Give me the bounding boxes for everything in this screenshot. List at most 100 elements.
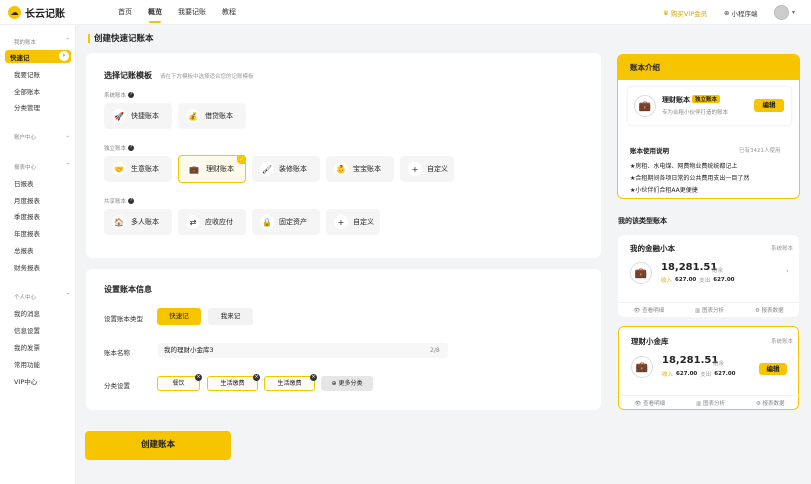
template-baby[interactable]: 👶 宝宝账本 [326, 156, 394, 182]
mini-program-label: 小程序端 [731, 10, 758, 18]
sidebar-group-books[interactable]: 我的账本 ⌃ [14, 38, 70, 46]
my-books-title: 我的该类型账本 [618, 217, 667, 225]
type-manual-button[interactable]: 我来记 [208, 308, 253, 325]
usage-title: 账本使用说明 [630, 147, 669, 155]
template-custom-shared[interactable]: + 自定义 [326, 209, 380, 235]
view-details-link[interactable]: 👁 查看明细 [634, 399, 665, 407]
template-custom-independent[interactable]: + 自定义 [400, 156, 454, 182]
usage-line: ★小伙伴们合租AA更便捷 [630, 187, 698, 194]
chevron-down-icon[interactable]: ▾ [792, 9, 795, 16]
handshake-icon: 🤝 [112, 162, 126, 176]
template-fixed-assets[interactable]: 🔒 固定资产 [252, 209, 320, 235]
plus-icon: + [334, 215, 348, 229]
my-book-name: 理财小金库 [631, 337, 669, 346]
house-icon: 🏠 [112, 215, 126, 229]
rocket-icon: 🚀 [112, 109, 126, 123]
sidebar-item-total[interactable]: 总报表 [14, 245, 34, 255]
paint-roller-icon: 🖌 [260, 162, 274, 176]
sidebar-item-monthly[interactable]: 月度报表 [14, 195, 40, 205]
template-hint: 请在下方模板中选择适合您的记账模板 [160, 74, 254, 80]
sidebar-item-messages[interactable]: 我的消息 [14, 308, 40, 318]
template-title: 选择记账模板 [104, 71, 152, 80]
category-chip[interactable]: 餐饮 × [157, 374, 202, 391]
intro-desc: 专为合租小伙伴打造的账本 [662, 110, 729, 116]
nav-home[interactable]: 首页 [110, 0, 140, 25]
template-quick[interactable]: 🚀 快捷账本 [104, 103, 172, 129]
my-book-card[interactable]: 我的金融小本 系统账本 💼 18,281.51 结余 收入 627.00 支出 627… [618, 235, 799, 317]
sidebar-item-vip[interactable]: VIP中心 [14, 376, 37, 386]
category-label: 分类设置 [104, 382, 130, 390]
template-receivable[interactable]: ⇄ 应收应付 [178, 209, 246, 235]
category-chip[interactable]: 生活缴费 × [264, 374, 317, 391]
check-icon: ✓ [237, 155, 246, 164]
money-bag-icon: 💼 [634, 95, 656, 117]
main-nav: 首页 概览 我要记账 教程 [110, 0, 244, 25]
page-title: 创建快速记账本 [88, 32, 154, 44]
help-icon[interactable]: ? [128, 198, 135, 204]
template-multi[interactable]: 🏠 多人账本 [104, 209, 172, 235]
sidebar-group-account[interactable]: 账户中心 ⌄ [14, 133, 70, 141]
more-categories-button[interactable]: ⊕ 更多分类 [321, 376, 373, 391]
sidebar-item-common[interactable]: 常用功能 [14, 359, 40, 369]
name-label: 账本名称 [104, 349, 130, 357]
close-icon[interactable]: × [253, 374, 260, 381]
template-loan[interactable]: 💰 借贷账本 [178, 103, 246, 129]
category-chip[interactable]: 生活缴费 × [207, 374, 260, 391]
sidebar-item-finance[interactable]: 财务报表 [14, 262, 40, 272]
sidebar-item-quarterly[interactable]: 季度报表 [14, 211, 40, 221]
plus-icon: + [408, 162, 422, 176]
independent-books-label: 独立账本? [104, 145, 135, 152]
sidebar-group-reports[interactable]: 报表中心 ⌃ [14, 163, 70, 171]
nav-overview[interactable]: 概览 [140, 0, 170, 25]
usage-line: ★房租、水电煤、网费物业费统统都记上 [630, 163, 738, 170]
report-data-link[interactable]: ⚙ 报表数据 [756, 399, 785, 407]
vip-link[interactable]: ♛ 购买VIP会员 [663, 8, 707, 18]
book-name-input[interactable]: 我的理财小金库3 [158, 343, 448, 358]
nav-tutorial[interactable]: 教程 [214, 0, 244, 25]
sidebar-item-categories[interactable]: 分类管理 [14, 102, 40, 112]
report-data-link[interactable]: ⚙ 报表数据 [755, 306, 784, 314]
intro-book-name: 理财账本 [662, 96, 690, 104]
chevron-right-icon[interactable]: › [786, 267, 789, 275]
nav-record[interactable]: 我要记账 [170, 0, 214, 25]
my-book-edit-button[interactable]: 编辑 [759, 363, 787, 375]
close-icon[interactable]: × [310, 374, 317, 381]
system-books-label: 系统账本? [104, 92, 135, 99]
my-book-amount: 18,281.51 [661, 262, 718, 273]
sidebar-item-daily[interactable]: 日报表 [14, 178, 34, 188]
close-icon[interactable]: × [195, 374, 202, 381]
sidebar-item-info[interactable]: 信息设置 [14, 325, 40, 335]
shared-books-label: 共享账本? [104, 198, 135, 205]
sidebar-item-label: 快速记 [10, 54, 30, 62]
my-book-amount: 18,281.51 [662, 355, 719, 366]
my-book-type: 系统账本 [771, 246, 794, 252]
top-bar: ☁ 长云记账 首页 概览 我要记账 教程 ♛ 购买VIP会员 ⊛ 小程序端 ▾ [0, 0, 811, 25]
type-quick-button[interactable]: 快速记 [157, 308, 201, 325]
mini-program-link[interactable]: ⊛ 小程序端 [724, 8, 757, 18]
usage-count: 已有3421人使用 [739, 148, 781, 154]
template-renovation[interactable]: 🖌 装修账本 [252, 156, 320, 182]
chart-analysis-link[interactable]: ▥ 图表分析 [695, 306, 724, 314]
sidebar-item-invoice[interactable]: 我的发票 [14, 342, 40, 352]
create-book-button[interactable]: 创建账本 [85, 431, 231, 460]
chevron-up-icon: ⌃ [65, 163, 70, 169]
my-book-card-selected[interactable]: 理财小金库 系统账本 💼 18,281.51 结余 收入 627.00 支出 627.… [618, 326, 800, 410]
intro-edit-button[interactable]: 编辑 [754, 99, 784, 112]
template-finance-selected[interactable]: 💼 理财账本 ✓ [178, 155, 246, 183]
sidebar-item-all-books[interactable]: 全部账本 [14, 86, 40, 96]
my-book-amount-unit: 结余 [713, 361, 725, 367]
app-logo[interactable]: ☁ 长云记账 [8, 5, 65, 20]
help-icon[interactable]: ? [128, 145, 135, 151]
coins-icon: 💰 [186, 109, 200, 123]
sidebar-item-record[interactable]: 我要记账 [14, 69, 40, 79]
sidebar-group-personal[interactable]: 个人中心 ⌃ [14, 293, 70, 301]
template-business[interactable]: 🤝 生意账本 [104, 156, 172, 182]
chart-analysis-link[interactable]: ▥ 图表分析 [696, 399, 725, 407]
avatar[interactable] [774, 5, 789, 20]
book-intro-panel: 账本介绍 💼 理财账本 独立账本 专为合租小伙伴打造的账本 编辑 账本使用说明 已… [617, 54, 800, 199]
logo-icon: ☁ [8, 6, 21, 19]
sidebar-item-yearly[interactable]: 年度报表 [14, 228, 40, 238]
type-label: 设置账本类型 [104, 315, 143, 323]
help-icon[interactable]: ? [128, 92, 135, 98]
view-details-link[interactable]: 👁 查看明细 [633, 306, 664, 314]
